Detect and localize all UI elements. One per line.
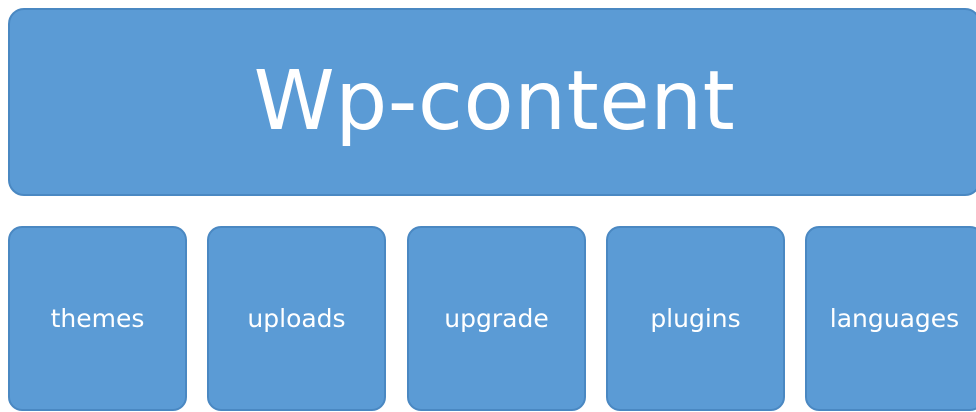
child-node-label: plugins — [650, 304, 741, 333]
root-node-wp-content: Wp-content — [8, 8, 976, 196]
child-node-label: themes — [50, 304, 145, 333]
child-node-themes: themes — [8, 226, 187, 411]
child-node-languages: languages — [805, 226, 976, 411]
child-node-label: upgrade — [444, 304, 549, 333]
child-node-label: uploads — [247, 304, 346, 333]
child-node-upgrade: upgrade — [407, 226, 586, 411]
child-node-plugins: plugins — [606, 226, 785, 411]
hierarchy-diagram: Wp-content themes uploads upgrade plugin… — [0, 0, 976, 412]
root-node-label: Wp-content — [253, 54, 736, 149]
child-node-label: languages — [829, 304, 960, 333]
child-node-uploads: uploads — [207, 226, 386, 411]
